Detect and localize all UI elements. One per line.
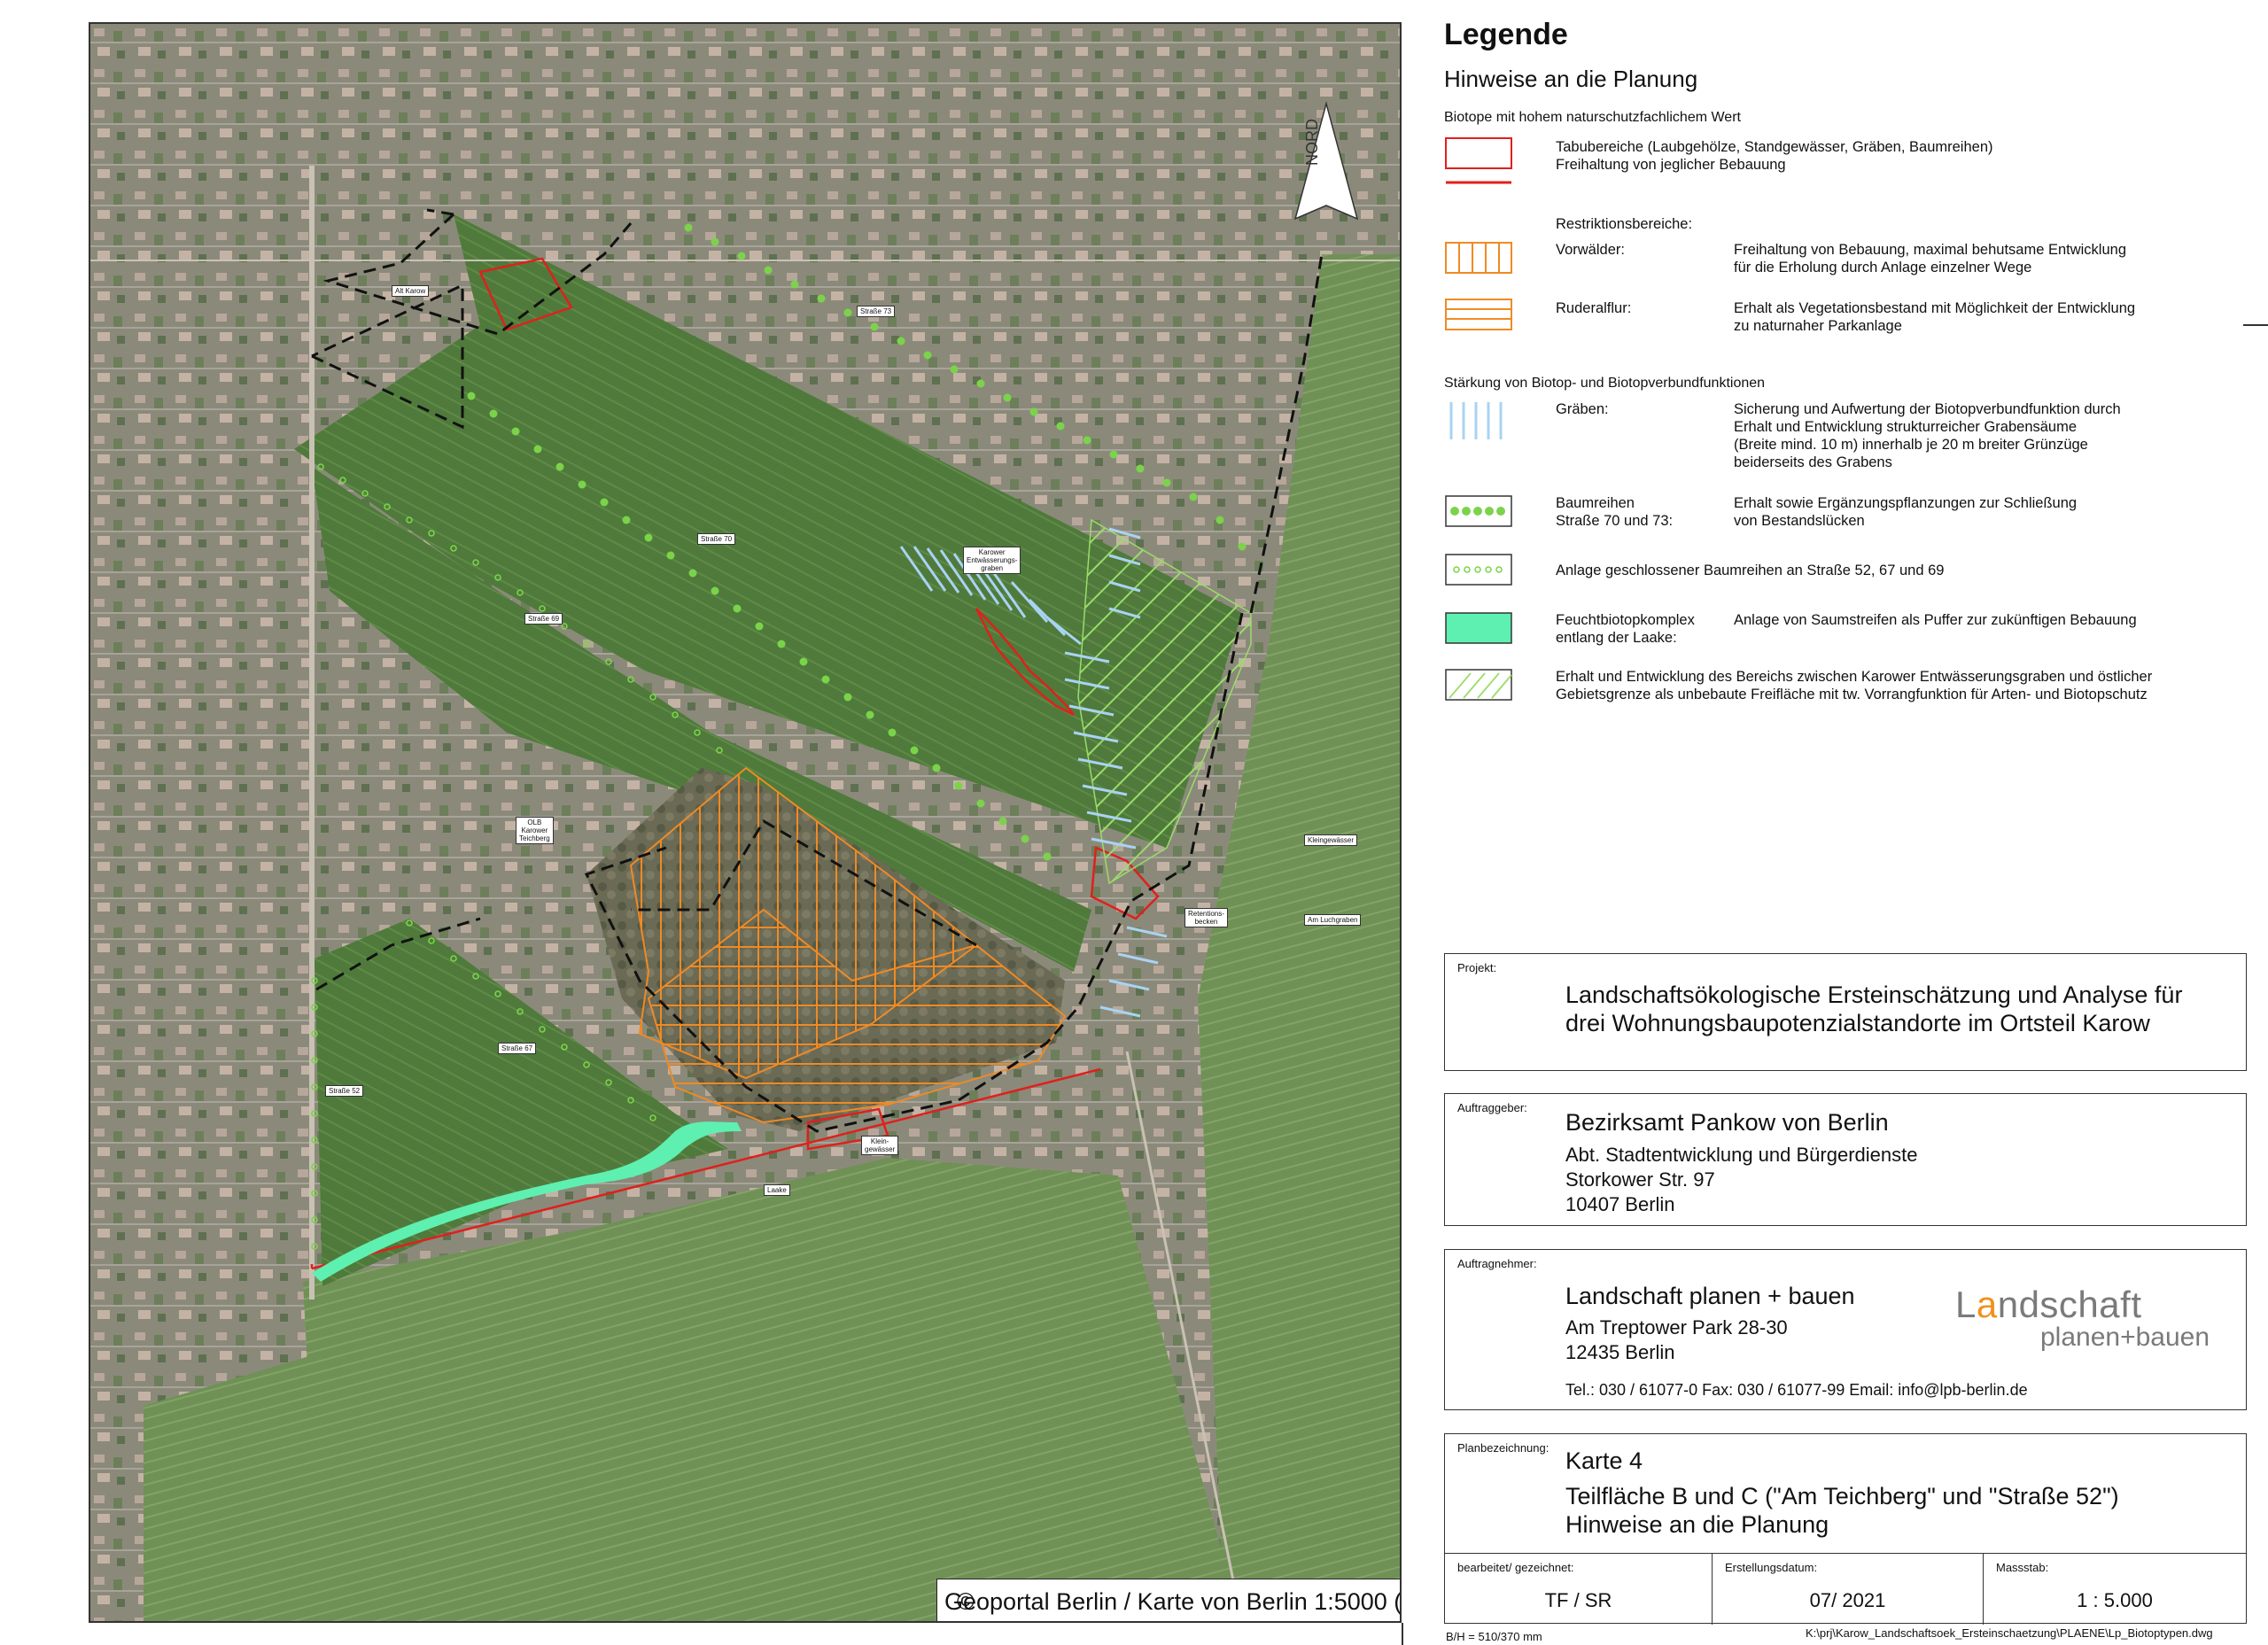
plan-karte: Karte 4 bbox=[1565, 1447, 1643, 1474]
auftragnehmer-contact: Tel.: 030 / 61077-0 Fax: 030 / 61077-99 … bbox=[1565, 1381, 2028, 1399]
north-label: NORD bbox=[1303, 119, 1321, 166]
bearbeitet-value: TF / SR bbox=[1544, 1589, 1612, 1611]
map-label-graben: Karower Entwässerungs- graben bbox=[963, 547, 1021, 574]
edge-tick bbox=[2243, 324, 2268, 326]
tabu-text: Tabubereiche (Laubgehölze, Standgewässer… bbox=[1556, 139, 1993, 173]
legend: Legende Hinweise an die Planung Biotope … bbox=[1444, 0, 2241, 957]
graeben-label: Gräben: bbox=[1556, 401, 1609, 417]
auftraggeber-box: Auftraggeber: Bezirksamt Pankow von Berl… bbox=[1444, 1093, 2247, 1226]
map-label-strasse73: Straße 73 bbox=[857, 306, 896, 317]
auftragnehmer-name: Landschaft planen + bauen bbox=[1565, 1283, 1855, 1309]
feucht-symbol bbox=[1445, 612, 1512, 644]
graeben-text: Sicherung und Aufwertung der Biotopverbu… bbox=[1734, 401, 2121, 470]
ruderal-label: Ruderalflur: bbox=[1556, 300, 1632, 316]
baumreihen-symbol bbox=[1445, 495, 1512, 527]
plan-info-row: bearbeitet/ gezeichnet: TF / SR Erstellu… bbox=[1445, 1553, 2246, 1625]
map-label-laake: Laake bbox=[764, 1184, 790, 1196]
plan-label: Planbezeichnung: bbox=[1457, 1441, 1550, 1455]
tabu-symbol bbox=[1445, 137, 1512, 184]
legend-title: Legende bbox=[1444, 18, 1568, 51]
anlage-text: Anlage geschlossener Baumreihen an Straß… bbox=[1556, 563, 1945, 578]
auftraggeber-name: Bezirksamt Pankow von Berlin bbox=[1565, 1109, 1889, 1136]
datum-label: Erstellungsdatum: bbox=[1725, 1561, 1818, 1574]
map-label-strasse67: Straße 67 bbox=[498, 1043, 537, 1054]
company-logo-subline: planen+bauen bbox=[2040, 1323, 2210, 1352]
projekt-box: Projekt: Landschaftsökologische Ersteins… bbox=[1444, 953, 2247, 1071]
copyright-symbol: © bbox=[957, 1587, 975, 1615]
map-label-strasse69: Straße 69 bbox=[524, 613, 563, 625]
baumreihen-text: Erhalt sowie Ergänzungspflanzungen zur S… bbox=[1734, 495, 2078, 529]
plan-box: Planbezeichnung: Karte 4 Teilfläche B un… bbox=[1444, 1433, 2247, 1625]
section-biotope: Biotope mit hohem naturschutzfachlichem … bbox=[1444, 110, 1741, 125]
auftraggeber-line2: Storkower Str. 97 bbox=[1565, 1168, 1715, 1191]
auftraggeber-line3: 10407 Berlin bbox=[1565, 1193, 1675, 1215]
map-label-kleingewaesser: Kleingewässer bbox=[1304, 834, 1358, 846]
projekt-label: Projekt: bbox=[1457, 961, 1497, 974]
datum-value: 07/ 2021 bbox=[1809, 1589, 1886, 1611]
aerial-map[interactable]: NORD bbox=[90, 24, 1402, 1623]
massstab-label: Massstab: bbox=[1996, 1561, 2049, 1574]
footer-size: B/H = 510/370 mm bbox=[1446, 1630, 1542, 1643]
footer-path: K:\prj\Karow_Landschaftsoek_Ersteinschae… bbox=[1806, 1626, 2213, 1640]
erhalt-text: Erhalt und Entwicklung des Bereichs zwis… bbox=[1556, 669, 2153, 702]
auftraggeber-label: Auftraggeber: bbox=[1457, 1101, 1527, 1114]
auftragnehmer-line2: 12435 Berlin bbox=[1565, 1341, 1675, 1363]
map-label-retention: Retentions- becken bbox=[1184, 908, 1228, 927]
map-label-strasse70: Straße 70 bbox=[697, 533, 736, 545]
feucht-text: Anlage von Saumstreifen als Puffer zur z… bbox=[1734, 612, 2137, 628]
ruderal-symbol bbox=[1445, 299, 1512, 330]
datum-cell: Erstellungsdatum: 07/ 2021 bbox=[1713, 1554, 1984, 1625]
erhalt-symbol bbox=[1445, 669, 1512, 701]
massstab-cell: Massstab: 1 : 5.000 bbox=[1984, 1554, 2246, 1625]
legend-subtitle: Hinweise an die Planung bbox=[1444, 66, 1698, 92]
baumreihen-label: Baumreihen Straße 70 und 73: bbox=[1556, 495, 1674, 529]
copyright-text: Geoportal Berlin / Karte von Berlin 1:50… bbox=[944, 1587, 1402, 1615]
auftragnehmer-label: Auftragnehmer: bbox=[1457, 1257, 1537, 1270]
plan-title: Teilfläche B und C ("Am Teichberg" und "… bbox=[1565, 1483, 2119, 1538]
map-label-olb: OLB Karower Teichberg bbox=[516, 817, 554, 844]
massstab-value: 1 : 5.000 bbox=[2077, 1589, 2153, 1611]
map-label-alt-karow: Alt Karow bbox=[392, 285, 430, 297]
ruderal-text: Erhalt als Vegetationsbestand mit Möglic… bbox=[1734, 300, 2136, 334]
vorwaelder-label: Vorwälder: bbox=[1556, 242, 1625, 258]
map-frame[interactable]: NORD Alt Karow Straße 73 Straße 70 Straß… bbox=[89, 22, 1402, 1623]
section-staerkung: Stärkung von Biotop- und Biotopverbundfu… bbox=[1444, 376, 1766, 391]
map-label-kleingewaesser-2: Klein- gewässer bbox=[861, 1136, 899, 1155]
anlage-symbol bbox=[1445, 554, 1512, 586]
auftragnehmer-line1: Am Treptower Park 28-30 bbox=[1565, 1316, 1788, 1339]
bearbeitet-label: bearbeitet/ gezeichnet: bbox=[1457, 1561, 1574, 1574]
footer-divider bbox=[1402, 1623, 1403, 1645]
graben-symbol bbox=[1449, 402, 1503, 439]
auftraggeber-line1: Abt. Stadtentwicklung und Bürgerdienste bbox=[1565, 1144, 1918, 1166]
vorwaelder-text: Freihaltung von Bebauung, maximal behuts… bbox=[1734, 242, 2127, 275]
company-logo: Landschaft bbox=[1955, 1284, 2142, 1325]
projekt-title: Landschaftsökologische Ersteinschätzung … bbox=[1565, 982, 2183, 1036]
restriktion-heading: Restriktionsbereiche: bbox=[1556, 216, 1693, 232]
map-label-luchgraben: Am Luchgraben bbox=[1304, 914, 1362, 926]
map-label-strasse52: Straße 52 bbox=[325, 1085, 364, 1097]
vorwald-symbol bbox=[1445, 242, 1512, 274]
auftragnehmer-box: Auftragnehmer: Landschaft planen + bauen… bbox=[1444, 1249, 2247, 1410]
feucht-label: Feuchtbiotopkomplex entlang der Laake: bbox=[1556, 612, 1695, 646]
bearbeitet-cell: bearbeitet/ gezeichnet: TF / SR bbox=[1445, 1554, 1713, 1625]
copyright-box: © Geoportal Berlin / Karte von Berlin 1:… bbox=[936, 1579, 1402, 1621]
